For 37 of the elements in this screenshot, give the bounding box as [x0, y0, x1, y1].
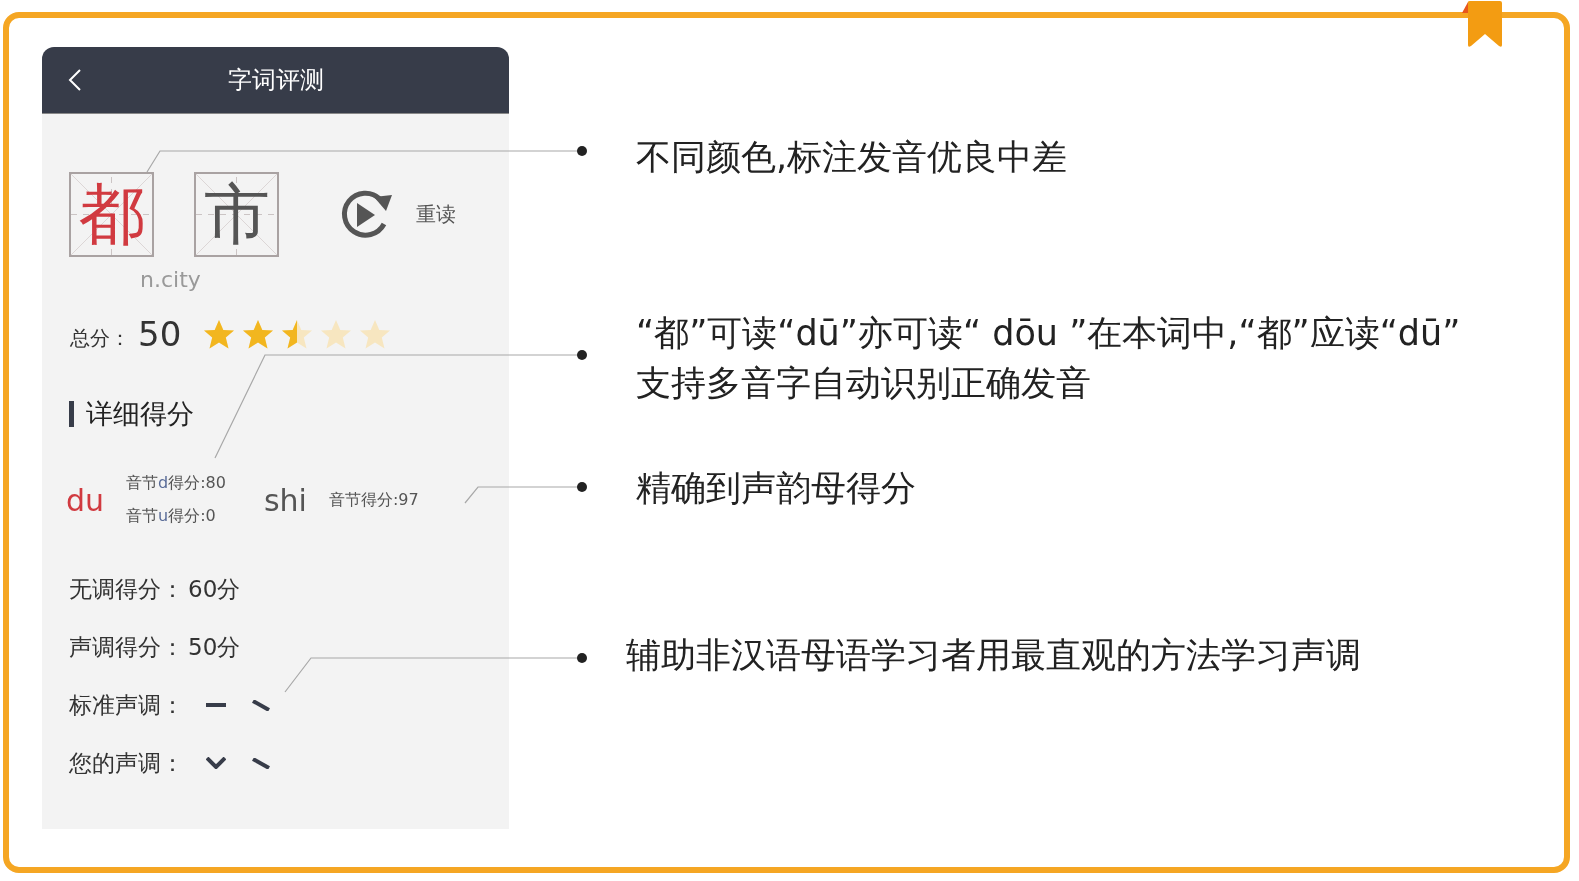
word-meaning: n.city	[140, 267, 201, 292]
star-icon	[359, 318, 392, 350]
character: 市	[203, 181, 270, 248]
score-value: 50分	[188, 632, 241, 662]
section-marker	[69, 401, 74, 427]
flat-tone-icon	[206, 703, 226, 707]
back-icon[interactable]	[68, 68, 82, 92]
star-icon	[320, 318, 353, 350]
dipping-tone-icon	[206, 757, 226, 769]
replay-icon[interactable]	[340, 188, 394, 241]
section-title: 详细得分	[86, 397, 194, 431]
screen-title: 字词评测	[227, 66, 324, 94]
annotation-text: 辅助非汉语母语学习者用最直观的方法学习声调	[626, 635, 1362, 675]
syllable-score: 音节d得分:80	[126, 473, 226, 494]
pinyin: du	[66, 482, 105, 518]
pinyin: shi	[263, 482, 307, 518]
score-label: 声调得分：	[69, 632, 184, 662]
annotation-text: “都”可读“dū”亦可读“ dōu ”在本词中,“都”应读“dū”	[636, 313, 1461, 353]
score-value: 60分	[188, 574, 241, 604]
score-label: 您的声调：	[69, 748, 184, 778]
score-label: 标准声调：	[69, 690, 184, 720]
score-label: 无调得分：	[69, 574, 184, 604]
annotation-text: 不同颜色,标注发音优良中差	[636, 137, 1069, 177]
falling-tone-icon	[252, 757, 270, 769]
reread-label[interactable]: 重读	[416, 201, 456, 228]
annotation-text: 精确到声韵母得分	[636, 468, 917, 508]
total-score: 50	[138, 314, 182, 354]
bookmark-icon	[1462, 0, 1504, 50]
syllable-score: 音节得分:97	[328, 489, 419, 511]
star-icon	[242, 318, 275, 350]
syllable-score: 音节u得分:0	[126, 506, 217, 527]
falling-tone-icon	[252, 699, 270, 711]
total-label: 总分：	[70, 324, 130, 352]
star-icon	[281, 318, 314, 350]
annotation-text: 支持多音字自动识别正确发音	[636, 363, 1092, 403]
character: 都	[78, 181, 145, 248]
star-icon	[203, 318, 236, 350]
